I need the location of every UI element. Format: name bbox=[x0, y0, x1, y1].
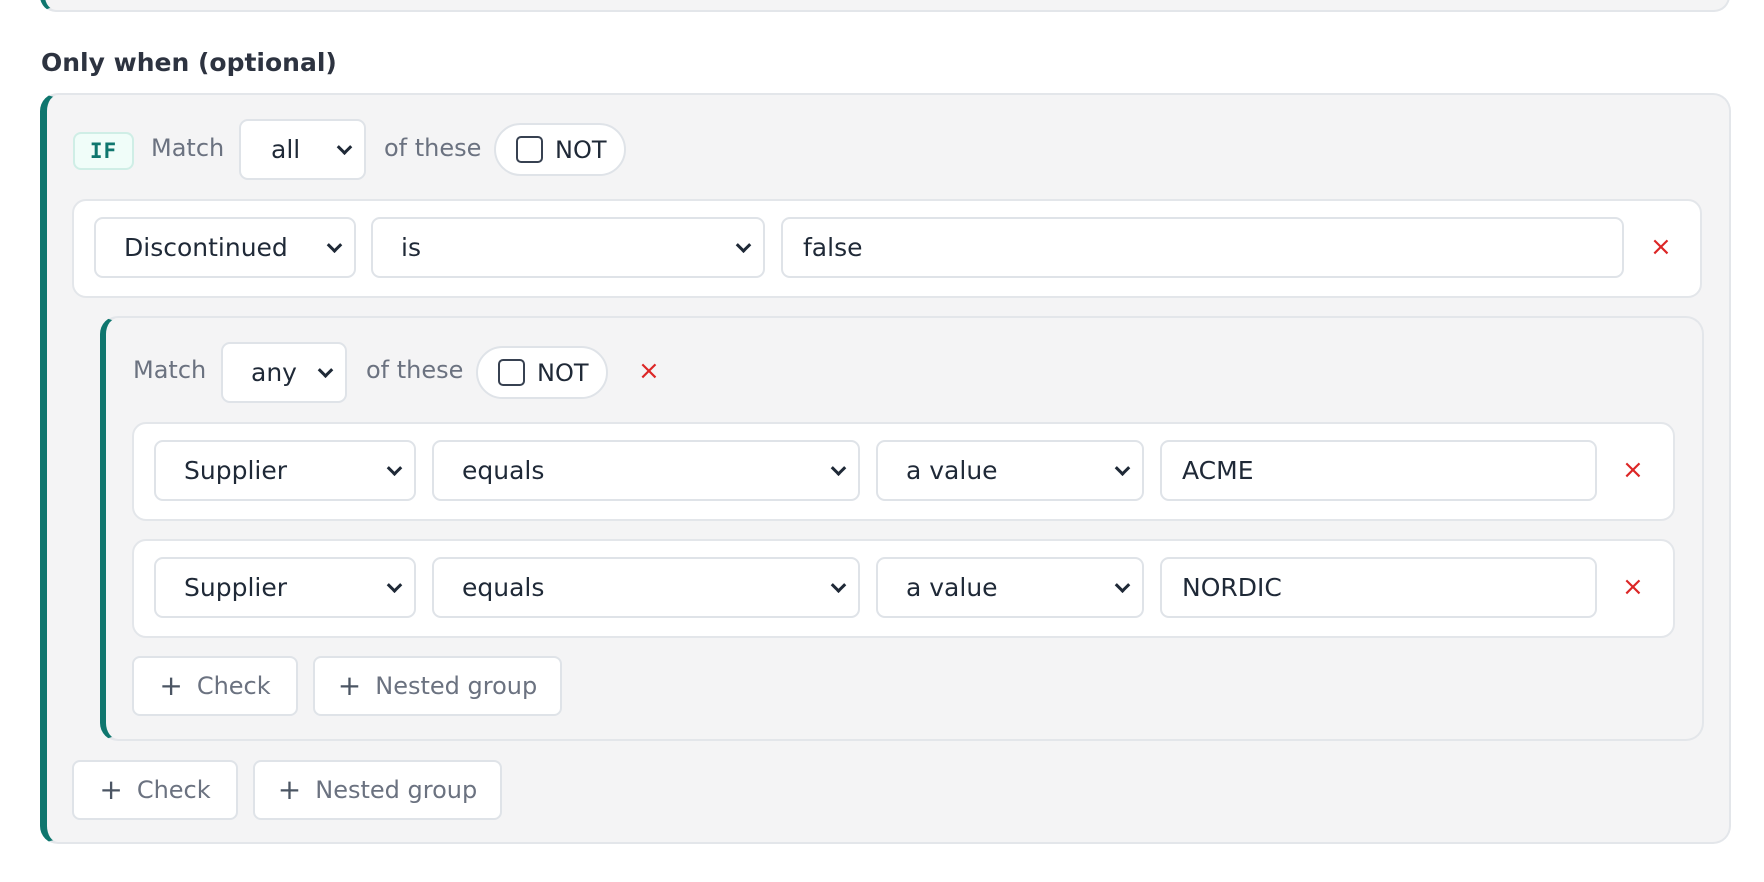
inner-of-these-label: of these bbox=[366, 356, 464, 384]
condition-operator-select[interactable]: equals bbox=[432, 440, 860, 501]
outer-match-value: all bbox=[271, 135, 301, 164]
chevron-down-icon bbox=[830, 576, 847, 593]
chevron-down-icon bbox=[830, 459, 847, 476]
condition-field-value: Discontinued bbox=[124, 233, 288, 262]
inner-not-toggle[interactable]: NOT bbox=[476, 346, 608, 399]
if-badge: IF bbox=[73, 132, 134, 170]
previous-rule-card bbox=[40, 0, 1730, 12]
outer-not-toggle[interactable]: NOT bbox=[494, 123, 626, 176]
condition-field-value: Supplier bbox=[184, 573, 288, 602]
condition-field-select[interactable]: Discontinued bbox=[94, 217, 356, 278]
add-check-label: Check bbox=[196, 672, 271, 700]
chevron-down-icon bbox=[735, 236, 752, 253]
inner-match-value: any bbox=[251, 358, 297, 387]
chevron-down-icon bbox=[1114, 576, 1131, 593]
inner-not-label: NOT bbox=[537, 358, 589, 387]
add-check-button[interactable]: + Check bbox=[72, 760, 238, 820]
condition-operator-value: is bbox=[401, 233, 421, 262]
outer-not-checkbox[interactable] bbox=[516, 136, 543, 163]
plus-icon: + bbox=[337, 669, 362, 702]
remove-condition-icon[interactable]: × bbox=[1622, 457, 1644, 483]
chevron-down-icon bbox=[317, 361, 334, 378]
condition-value-input[interactable]: ACME bbox=[1160, 440, 1597, 501]
remove-group-icon[interactable]: × bbox=[638, 358, 660, 384]
outer-match-select[interactable]: all bbox=[239, 119, 366, 180]
plus-icon: + bbox=[277, 773, 302, 806]
condition-field-select[interactable]: Supplier bbox=[154, 440, 416, 501]
condition-field-value: Supplier bbox=[184, 456, 288, 485]
chevron-down-icon bbox=[326, 236, 343, 253]
chevron-down-icon bbox=[1114, 459, 1131, 476]
outer-match-label: Match bbox=[151, 134, 225, 162]
section-title: Only when (optional) bbox=[41, 48, 337, 77]
chevron-down-icon bbox=[386, 576, 403, 593]
condition-value-type: a value bbox=[906, 573, 998, 602]
inner-not-checkbox[interactable] bbox=[498, 359, 525, 386]
condition-value-type-select[interactable]: a value bbox=[876, 440, 1144, 501]
condition-value-input[interactable]: false bbox=[781, 217, 1624, 278]
add-check-button[interactable]: + Check bbox=[132, 656, 298, 716]
outer-not-label: NOT bbox=[555, 135, 607, 164]
chevron-down-icon bbox=[336, 138, 353, 155]
add-check-label: Check bbox=[136, 776, 211, 804]
condition-value-text: false bbox=[803, 233, 863, 262]
condition-value-type: a value bbox=[906, 456, 998, 485]
condition-field-select[interactable]: Supplier bbox=[154, 557, 416, 618]
plus-icon: + bbox=[159, 669, 183, 702]
condition-operator-value: equals bbox=[462, 456, 545, 485]
condition-operator-select[interactable]: equals bbox=[432, 557, 860, 618]
condition-value-text: ACME bbox=[1182, 456, 1254, 485]
plus-icon: + bbox=[99, 773, 123, 806]
remove-condition-icon[interactable]: × bbox=[1650, 234, 1672, 260]
add-nested-group-label: Nested group bbox=[315, 776, 478, 804]
condition-operator-value: equals bbox=[462, 573, 545, 602]
inner-match-select[interactable]: any bbox=[221, 342, 347, 403]
add-nested-group-label: Nested group bbox=[375, 672, 538, 700]
add-nested-group-button[interactable]: + Nested group bbox=[313, 656, 562, 716]
condition-value-text: NORDIC bbox=[1182, 573, 1282, 602]
outer-of-these-label: of these bbox=[384, 134, 482, 162]
condition-operator-select[interactable]: is bbox=[371, 217, 765, 278]
add-nested-group-button[interactable]: + Nested group bbox=[253, 760, 502, 820]
remove-condition-icon[interactable]: × bbox=[1622, 574, 1644, 600]
condition-value-type-select[interactable]: a value bbox=[876, 557, 1144, 618]
condition-value-input[interactable]: NORDIC bbox=[1160, 557, 1597, 618]
inner-match-label: Match bbox=[133, 356, 207, 384]
chevron-down-icon bbox=[386, 459, 403, 476]
